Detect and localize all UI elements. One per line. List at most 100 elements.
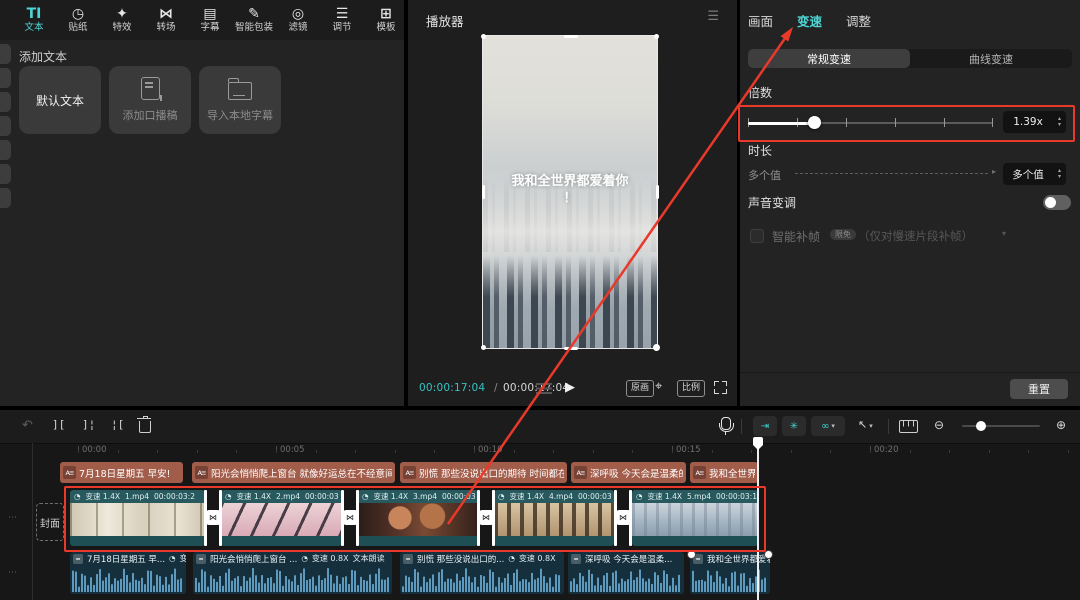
subtab-曲线变速[interactable]: 曲线变速: [910, 49, 1072, 68]
collapsed-tab[interactable]: [0, 164, 11, 184]
audio-track-options[interactable]: ⋯: [8, 568, 18, 578]
cover-button[interactable]: 封面: [36, 503, 64, 541]
audio-text-icon: ≈: [196, 554, 206, 564]
tab-画面[interactable]: 画面: [748, 11, 773, 30]
collapsed-tab[interactable]: [0, 188, 11, 208]
video-clip-5.mp4[interactable]: ◔变速 1.4X5.mp400:00:03:19: [632, 490, 758, 546]
handle-mid-right[interactable]: [656, 185, 659, 199]
preview-text-overlay[interactable]: 我和全世界都爱着你！: [483, 173, 657, 207]
transition-icon[interactable]: ⋈: [616, 510, 631, 525]
video-clip-2.mp4[interactable]: ◔变速 1.4X2.mp400:00:03: [221, 490, 342, 546]
speed-stepper[interactable]: ▴▾: [1053, 116, 1066, 128]
split-icon[interactable]: ][: [52, 418, 65, 431]
tab-调整[interactable]: 调整: [846, 11, 871, 30]
tab-变速[interactable]: 变速: [797, 11, 822, 30]
handle-mid-top[interactable]: [564, 35, 578, 38]
audio-clip[interactable]: ≈深呼吸 今天会是温柔...: [568, 552, 684, 594]
transition-icon[interactable]: ⋈: [479, 510, 494, 525]
handle-mid-left[interactable]: [482, 185, 485, 199]
split-keep-left-icon[interactable]: ]¦: [82, 418, 95, 431]
linkage-toggle-icon[interactable]: ✳: [782, 416, 806, 436]
toolbar-item-filters[interactable]: ◎滤镜: [276, 7, 320, 34]
play-button[interactable]: ▶: [565, 380, 575, 395]
speed-slider-handle[interactable]: [808, 116, 821, 129]
clip-duration: 00:00:03: [442, 492, 476, 501]
handle-mid-bottom[interactable]: [564, 347, 578, 350]
fullscreen-icon[interactable]: [714, 381, 727, 394]
toolbar-item-text[interactable]: TI文本: [12, 7, 56, 34]
transition-icon[interactable]: ⋈: [343, 510, 358, 525]
audio-speed-badge: 变速 0.8X: [519, 553, 556, 564]
audio-waveform: [195, 566, 390, 592]
handle-top-right[interactable]: [654, 34, 659, 39]
subtab-常规变速[interactable]: 常规变速: [748, 49, 910, 68]
link-toggle-icon[interactable]: ∞▾: [811, 416, 845, 436]
speed-value-box[interactable]: 1.39x ▴▾: [1003, 111, 1066, 133]
snap-toggle-icon[interactable]: ⇥: [753, 416, 777, 436]
focus-icon[interactable]: ⌖: [655, 379, 662, 394]
toolbar-item-transitions[interactable]: ⋈转场: [144, 7, 188, 34]
ruler-icon[interactable]: [899, 420, 918, 433]
timeline-zoom-handle[interactable]: [976, 421, 986, 431]
split-keep-right-icon[interactable]: ¦[: [111, 418, 124, 431]
folder-icon: [228, 82, 252, 100]
audio-clip[interactable]: ≈7月18日星期五 早...◔变: [70, 552, 186, 594]
text-clip[interactable]: A≡别慌 那些没说出口的期待 时间都在慢慢挣: [400, 462, 567, 483]
card-import-subtitles[interactable]: 导入本地字幕: [199, 66, 281, 134]
interpolation-checkbox[interactable]: [750, 229, 764, 243]
frame-step-icon[interactable]: [536, 383, 552, 394]
video-clip-1.mp4[interactable]: ◔变速 1.4X1.mp400:00:03:2: [70, 490, 205, 546]
record-voiceover-icon[interactable]: [721, 417, 731, 430]
audio-clip-header: ≈7月18日星期五 早...◔变: [70, 552, 186, 565]
speed-icon: ◔: [362, 492, 369, 501]
video-clip-3.mp4[interactable]: ◔变速 1.4X3.mp400:00:03: [358, 490, 478, 546]
timeline-zoom-slider[interactable]: [962, 425, 1040, 427]
original-quality-button[interactable]: 原画: [626, 380, 654, 397]
script-doc-icon: [141, 77, 160, 100]
player-controls: 00:00:17:04 / 00:00:17:04 ▶ 原画 ⌖ 比例: [408, 370, 737, 406]
collapsed-tab[interactable]: [0, 44, 11, 64]
delete-icon[interactable]: [139, 421, 151, 433]
duration-row: 多个值 ▸ 多个值 ▴▾: [740, 161, 1080, 187]
video-clip-4.mp4[interactable]: ◔变速 1.4X4.mp400:00:03: [494, 490, 614, 546]
interpolation-chevron-icon[interactable]: ▾: [1002, 229, 1006, 238]
ruler-minor-tick: [395, 450, 396, 453]
audio-clip[interactable]: ≈别慌 那些没说出口的...◔变速 0.8X: [400, 552, 564, 594]
duration-stepper[interactable]: ▴▾: [1053, 168, 1066, 180]
toolbar-item-adjust[interactable]: ☰调节: [320, 7, 364, 34]
zoom-out-icon[interactable]: ⊖: [934, 418, 944, 432]
video-preview[interactable]: 我和全世界都爱着你！: [483, 36, 657, 348]
fade-handle-left[interactable]: [687, 550, 696, 559]
text-clip[interactable]: A≡深呼吸 今天会是温柔的一天: [571, 462, 686, 483]
toolbar-item-smart-pack[interactable]: ✎智能包装: [232, 7, 276, 34]
duration-left-value: 多个值: [748, 167, 781, 183]
zoom-in-icon[interactable]: ⊕: [1056, 418, 1066, 432]
ratio-button[interactable]: 比例: [677, 380, 705, 397]
toolbar-item-effects[interactable]: ✦特效: [100, 7, 144, 34]
transition-icon[interactable]: ⋈: [206, 510, 221, 525]
duration-value-box[interactable]: 多个值 ▴▾: [1003, 163, 1066, 185]
card-add-script[interactable]: 添加口播稿: [109, 66, 191, 134]
player-menu-icon[interactable]: ☰: [707, 9, 719, 24]
collapsed-tab[interactable]: [0, 140, 11, 160]
fade-handle-right[interactable]: [764, 550, 773, 559]
pitch-toggle[interactable]: [1043, 195, 1071, 210]
text-clip[interactable]: A≡我和全世界都爱着: [690, 462, 758, 483]
reset-button[interactable]: 重置: [1010, 379, 1068, 399]
audio-clip[interactable]: ≈阳光会悄悄爬上窗台 ...◔变速 0.8X文本朗读: [193, 552, 392, 594]
toolbar-item-templates[interactable]: ⊞模板: [364, 7, 404, 34]
select-tool-icon[interactable]: ↖▾: [858, 418, 873, 431]
toolbar-item-stickers[interactable]: ◷贴纸: [56, 7, 100, 34]
card-default-text[interactable]: 默认文本: [19, 66, 101, 134]
toolbar-item-captions[interactable]: ▤字幕: [188, 7, 232, 34]
text-clip[interactable]: A≡阳光会悄悄爬上窗台 就像好运总在不经意间到来: [192, 462, 395, 483]
undo-icon[interactable]: ↶: [22, 418, 33, 433]
handle-bottom-left[interactable]: [481, 345, 486, 350]
collapsed-tab[interactable]: [0, 116, 11, 136]
collapsed-tab[interactable]: [0, 92, 11, 112]
handle-top-left[interactable]: [481, 34, 486, 39]
video-track-options[interactable]: ⋯: [8, 513, 18, 523]
handle-bottom-right[interactable]: [653, 344, 660, 351]
collapsed-tab[interactable]: [0, 68, 11, 88]
text-clip[interactable]: A≡7月18日星期五 早安!: [60, 462, 183, 483]
